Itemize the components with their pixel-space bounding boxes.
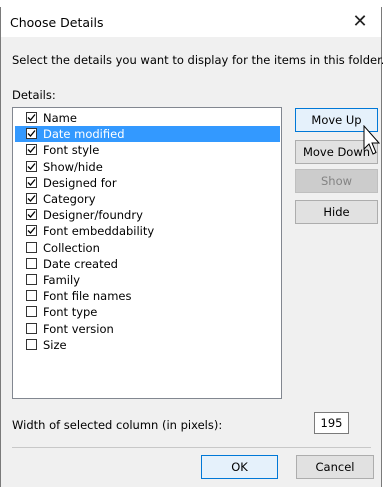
list-item[interactable]: Font file names — [15, 288, 280, 304]
list-item[interactable]: Designer/foundry — [15, 207, 280, 223]
list-item[interactable]: Collection — [15, 240, 280, 256]
details-label: Details: — [12, 88, 56, 102]
list-item[interactable]: Designed for — [15, 175, 280, 191]
list-item-label: Size — [43, 337, 67, 352]
instructions-text: Select the details you want to display f… — [12, 53, 383, 67]
mouse-pointer-icon — [363, 125, 381, 155]
unchecked-checkbox[interactable] — [26, 338, 37, 350]
list-item-label: Designed for — [43, 175, 117, 190]
checked-checkbox[interactable] — [26, 176, 37, 188]
list-item-label: Font type — [43, 305, 98, 320]
list-item[interactable]: Font embeddability — [15, 223, 280, 239]
details-listbox[interactable]: Name Date modified Font style Show/hide Desi… — [12, 107, 282, 399]
checked-checkbox[interactable] — [26, 112, 37, 123]
ok-button[interactable]: OK — [201, 455, 278, 479]
cancel-button[interactable]: Cancel — [296, 455, 374, 479]
checked-checkbox[interactable] — [26, 225, 37, 237]
checked-checkbox[interactable] — [26, 160, 37, 172]
unchecked-checkbox[interactable] — [26, 322, 37, 334]
show-button[interactable]: Show — [295, 169, 378, 193]
list-item-label: Date created — [43, 256, 118, 271]
list-item-label: Date modified — [43, 127, 125, 142]
list-item-label: Font embeddability — [43, 224, 155, 239]
unchecked-checkbox[interactable] — [26, 306, 37, 318]
list-item[interactable]: Name — [15, 110, 280, 126]
checked-checkbox[interactable] — [26, 128, 37, 140]
list-item-label: Font file names — [43, 289, 132, 304]
list-item-label: Name — [43, 111, 77, 125]
column-width-label: Width of selected column (in pixels): — [12, 418, 223, 432]
list-item[interactable]: Family — [15, 272, 280, 288]
list-item-label: Font version — [43, 321, 114, 336]
list-item[interactable]: Category — [15, 191, 280, 207]
title-bar: Choose Details ✕ — [1, 7, 381, 37]
checked-checkbox[interactable] — [26, 209, 37, 221]
hide-button[interactable]: Hide — [295, 200, 378, 224]
checked-checkbox[interactable] — [26, 144, 37, 156]
list-item[interactable]: Font type — [15, 304, 280, 320]
list-item-label: Font style — [43, 143, 100, 158]
dialog-title: Choose Details — [10, 15, 104, 30]
background-window-strip — [0, 0, 383, 7]
divider — [12, 447, 371, 448]
list-item[interactable]: Font version — [15, 321, 280, 337]
unchecked-checkbox[interactable] — [26, 241, 37, 253]
checked-checkbox[interactable] — [26, 193, 37, 204]
unchecked-checkbox[interactable] — [26, 290, 37, 302]
list-item[interactable]: Font style — [15, 142, 280, 158]
close-icon[interactable]: ✕ — [345, 9, 375, 35]
column-width-input[interactable]: 195 — [314, 412, 349, 434]
list-item-label: Designer/foundry — [43, 208, 143, 223]
unchecked-checkbox[interactable] — [26, 257, 37, 269]
list-item[interactable]: Date modified — [15, 126, 280, 143]
unchecked-checkbox[interactable] — [26, 274, 37, 285]
list-item[interactable]: Date created — [15, 256, 280, 272]
choose-details-dialog: Choose Details ✕ Select the details you … — [0, 7, 383, 487]
list-item-label: Collection — [43, 240, 100, 255]
list-item[interactable]: Show/hide — [15, 159, 280, 175]
list-item-label: Category — [43, 192, 96, 206]
list-item-label: Show/hide — [43, 159, 103, 174]
list-item-label: Family — [43, 273, 81, 287]
list-item[interactable]: Size — [15, 337, 280, 353]
